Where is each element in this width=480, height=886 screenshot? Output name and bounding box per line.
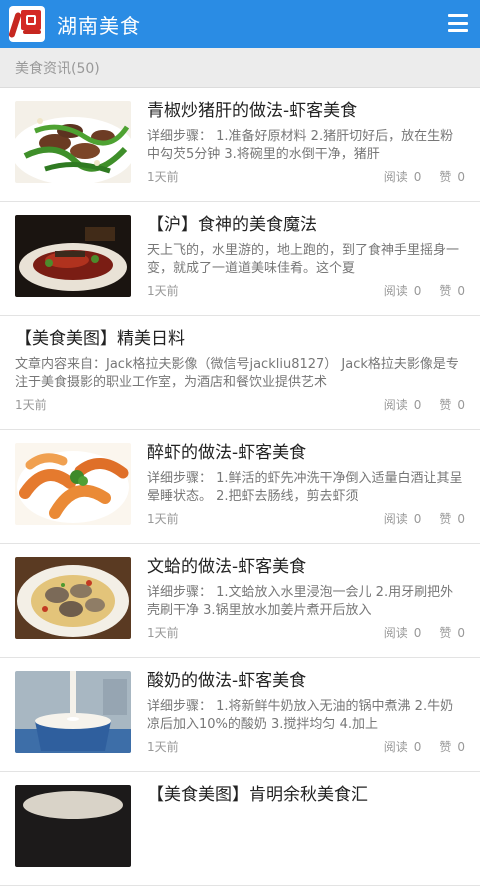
article-meta: 1天前 阅读 0 赞 0 [147,738,465,756]
reads-label: 阅读 [383,170,408,184]
list-item-content: 醉虾的做法-虾客美食 详细步骤： 1.鲜活的虾先冲洗干净倒入适量白酒让其呈晕睡状… [147,440,465,528]
likes-count: 0 [457,512,465,526]
likes-count: 0 [457,740,465,754]
likes-label[interactable]: 赞 [439,740,451,754]
reads-count: 0 [413,170,422,184]
section-title: 美食资讯(50) [15,60,100,77]
list-item[interactable]: 酸奶的做法-虾客美食 详细步骤： 1.将新鲜牛奶放入无油的锅中煮沸 2.牛奶凉后… [0,658,480,772]
likes-count: 0 [457,626,465,640]
article-meta: 1天前 阅读 0 赞 0 [147,510,465,528]
article-meta: 1天前 阅读 0 赞 0 [15,396,465,414]
stir-fried-liver-photo [15,101,131,183]
likes-label[interactable]: 赞 [439,170,451,184]
likes-label[interactable]: 赞 [439,512,451,526]
article-time: 1天前 [147,626,179,640]
list-item-content: 【沪】食神的美食魔法 天上飞的，水里游的，地上跑的，到了食神手里摇身一变，就成了… [147,212,465,300]
reads-count: 0 [413,398,422,412]
reads-count: 0 [413,284,422,298]
reads-label: 阅读 [383,284,408,298]
top-app-bar: 湖南美食 [0,0,480,48]
article-summary: 详细步骤： 1.准备好原材料 2.猪肝切好后，放在生粉中勾芡5分钟 3.将碗里的… [147,129,454,162]
likes-count: 0 [457,398,465,412]
reads-label: 阅读 [383,626,408,640]
app-title: 湖南美食 [57,13,141,38]
article-time: 1天前 [147,740,179,754]
hamburger-menu-icon[interactable] [448,14,468,32]
likes-label[interactable]: 赞 [439,284,451,298]
list-item-content: 酸奶的做法-虾客美食 详细步骤： 1.将新鲜牛奶放入无油的锅中煮沸 2.牛奶凉后… [147,668,465,756]
article-summary: 详细步骤： 1.将新鲜牛奶放入无油的锅中煮沸 2.牛奶凉后加入10%的酸奶 3.… [147,699,454,732]
drunken-shrimp-photo [15,443,131,525]
likes-count: 0 [457,170,465,184]
reads-label: 阅读 [383,740,408,754]
reads-label: 阅读 [383,398,408,412]
article-meta: 1天前 阅读 0 赞 0 [147,282,465,300]
list-item[interactable]: 青椒炒猪肝的做法-虾客美食 详细步骤： 1.准备好原材料 2.猪肝切好后，放在生… [0,88,480,202]
likes-label[interactable]: 赞 [439,398,451,412]
list-item[interactable]: 文蛤的做法-虾客美食 详细步骤： 1.文蛤放入水里浸泡一会儿 2.用牙刷把外壳刷… [0,544,480,658]
reads-label: 阅读 [383,512,408,526]
reads-count: 0 [413,512,422,526]
list-item[interactable]: 【美食美图】精美日料 文章内容来自：Jack格拉夫影像（微信号jackliu81… [0,316,480,430]
article-time: 1天前 [15,398,47,412]
list-item[interactable]: 醉虾的做法-虾客美食 详细步骤： 1.鲜活的虾先冲洗干净倒入适量白酒让其呈晕睡状… [0,430,480,544]
list-item-content: 文蛤的做法-虾客美食 详细步骤： 1.文蛤放入水里浸泡一会儿 2.用牙刷把外壳刷… [147,554,465,642]
likes-count: 0 [457,284,465,298]
article-time: 1天前 [147,170,179,184]
partial-photo [15,785,131,867]
yogurt-photo [15,671,131,753]
article-title[interactable]: 青椒炒猪肝的做法-虾客美食 [147,98,465,124]
article-title[interactable]: 文蛤的做法-虾客美食 [147,554,465,580]
likes-label[interactable]: 赞 [439,626,451,640]
list-item-content: 青椒炒猪肝的做法-虾客美食 详细步骤： 1.准备好原材料 2.猪肝切好后，放在生… [147,98,465,186]
article-summary: 文章内容来自：Jack格拉夫影像（微信号jackliu8127） Jack格拉夫… [15,357,459,390]
article-time: 1天前 [147,284,179,298]
hunan-food-logo-icon[interactable] [9,6,45,42]
section-header: 美食资讯(50) [0,48,480,88]
article-meta: 1天前 阅读 0 赞 0 [147,168,465,186]
article-title[interactable]: 【沪】食神的美食魔法 [147,212,465,238]
article-title[interactable]: 醉虾的做法-虾客美食 [147,440,465,466]
reads-count: 0 [413,626,422,640]
article-title[interactable]: 酸奶的做法-虾客美食 [147,668,465,694]
reads-count: 0 [413,740,422,754]
list-item-content: 【美食美图】精美日料 文章内容来自：Jack格拉夫影像（微信号jackliu81… [15,326,465,414]
list-item-content: 【美食美图】肯明余秋美食汇 [147,782,465,808]
article-time: 1天前 [147,512,179,526]
article-summary: 详细步骤： 1.鲜活的虾先冲洗干净倒入适量白酒让其呈晕睡状态。 2.把虾去肠线，… [147,471,463,504]
list-item[interactable]: 【沪】食神的美食魔法 天上飞的，水里游的，地上跑的，到了食神手里摇身一变，就成了… [0,202,480,316]
article-list: 青椒炒猪肝的做法-虾客美食 详细步骤： 1.准备好原材料 2.猪肝切好后，放在生… [0,88,480,886]
article-title[interactable]: 【美食美图】精美日料 [15,326,465,352]
plated-dish-photo [15,215,131,297]
article-title[interactable]: 【美食美图】肯明余秋美食汇 [147,782,465,808]
clams-photo [15,557,131,639]
article-meta: 1天前 阅读 0 赞 0 [147,624,465,642]
list-item[interactable]: 【美食美图】肯明余秋美食汇 [0,772,480,886]
article-summary: 详细步骤： 1.文蛤放入水里浸泡一会儿 2.用牙刷把外壳刷干净 3.锅里放水加姜… [147,585,454,618]
article-summary: 天上飞的，水里游的，地上跑的，到了食神手里摇身一变，就成了一道道美味佳肴。这个夏 [147,243,460,276]
